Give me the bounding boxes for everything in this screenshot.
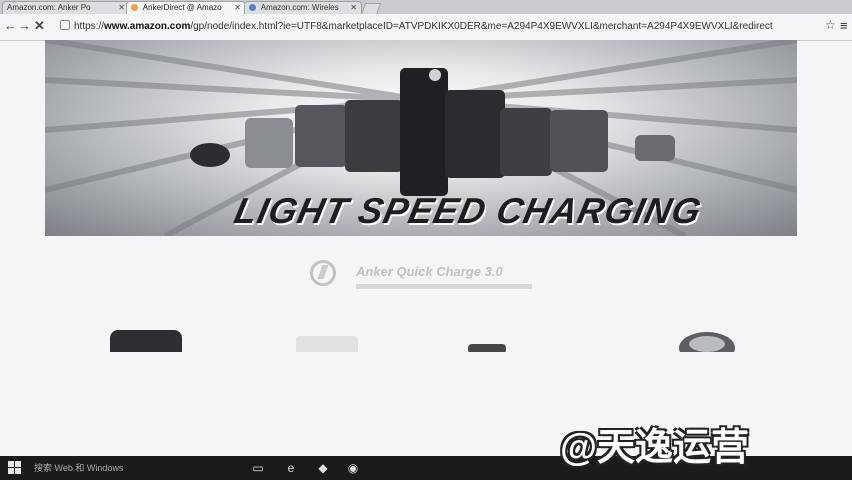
chrome-icon[interactable]: ◉ bbox=[345, 460, 361, 476]
windows-start-icon[interactable] bbox=[8, 461, 22, 475]
product-thumbnail[interactable] bbox=[464, 326, 510, 352]
product-thumbnail[interactable] bbox=[108, 326, 184, 352]
close-icon[interactable]: ✕ bbox=[118, 3, 125, 12]
tab-anker-power[interactable]: Amazon.com: Anker Po ✕ bbox=[2, 1, 130, 14]
product-thumbnail[interactable] bbox=[676, 326, 738, 352]
close-icon[interactable]: ✕ bbox=[34, 18, 45, 34]
address-bar[interactable]: https://www.amazon.com/gp/node/index.htm… bbox=[60, 18, 840, 36]
edge-browser-icon[interactable]: e bbox=[283, 460, 299, 476]
star-icon[interactable]: ☆ bbox=[825, 18, 836, 32]
browser-toolbar: ← → ✕ https://www.amazon.com/gp/node/ind… bbox=[0, 14, 852, 41]
badge-subtitle-bar bbox=[356, 284, 532, 289]
amazon-favicon-icon bbox=[249, 4, 256, 11]
close-icon[interactable]: ✕ bbox=[350, 3, 357, 12]
url-scheme: https:// bbox=[74, 21, 105, 32]
hamburger-menu-icon[interactable]: ≡ bbox=[840, 18, 848, 33]
close-icon[interactable]: ✕ bbox=[234, 3, 241, 12]
arrow-left-icon[interactable]: ← bbox=[4, 18, 17, 33]
chargers-graphic bbox=[190, 68, 675, 196]
tab-bar: Amazon.com: Anker Po ✕ AnkerDirect @ Ama… bbox=[0, 0, 852, 15]
arrow-right-icon[interactable]: → bbox=[18, 18, 31, 33]
tab-ankerdirect[interactable]: AnkerDirect @ Amazo ✕ bbox=[126, 1, 246, 14]
store-icon[interactable]: ◆ bbox=[315, 460, 331, 476]
lock-icon bbox=[60, 20, 70, 30]
tab-label: AnkerDirect @ Amazo bbox=[142, 3, 222, 12]
tab-label: Amazon.com: Wireles bbox=[260, 3, 339, 12]
hero-banner[interactable]: LIGHT SPEED CHARGING bbox=[45, 40, 797, 236]
product-thumbnail[interactable] bbox=[294, 326, 360, 352]
task-view-icon[interactable]: ▭ bbox=[250, 460, 266, 476]
quick-charge-badge[interactable]: Anker Quick Charge 3.0 bbox=[306, 256, 626, 300]
badge-title: Anker Quick Charge 3.0 bbox=[356, 264, 503, 279]
quick-charge-icon bbox=[310, 260, 336, 286]
taskbar-search[interactable]: 搜索 Web 和 Windows bbox=[34, 461, 123, 474]
tab-label: Amazon.com: Anker Po bbox=[7, 3, 91, 12]
loading-icon bbox=[131, 4, 138, 11]
url-path: /gp/node/index.html?ie=UTF8&marketplaceI… bbox=[190, 21, 773, 32]
hero-title: LIGHT SPEED CHARGING bbox=[230, 190, 706, 231]
tab-wireless[interactable]: Amazon.com: Wireles ✕ bbox=[244, 1, 362, 14]
url-host: www.amazon.com bbox=[104, 21, 191, 32]
watermark: @天逸运营 bbox=[560, 427, 750, 469]
